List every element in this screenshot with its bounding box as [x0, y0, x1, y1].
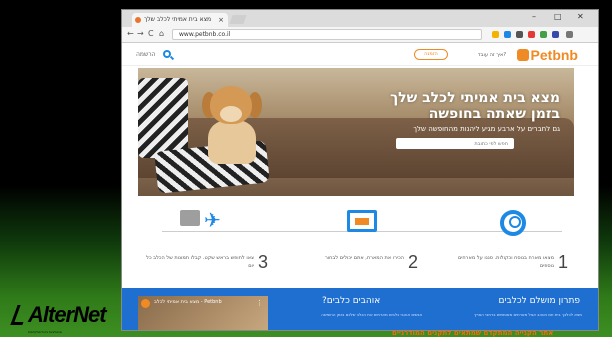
register-link[interactable]: הרשמה — [136, 51, 156, 58]
address-bar-row: ← → C ⌂ www.petbnb.co.il — [122, 27, 598, 43]
step-text: הכירו את המארח, אתם יכולים לבחור — [324, 255, 404, 261]
video-title: Petbnb - מצא בית אמיתי לכלב — [154, 299, 222, 305]
reload-icon[interactable]: C — [148, 29, 154, 38]
hero-banner: מצא בית אמיתי לכלב שלך בזמן שאתה בחופשה ג… — [138, 68, 574, 196]
slide-caption: אתר הקנייה המתקדם שמתאים לתקנים המודרניי… — [392, 329, 554, 337]
paw-icon — [516, 49, 529, 61]
pillow-image — [138, 78, 188, 158]
url-field[interactable]: www.petbnb.co.il — [172, 29, 482, 40]
video-player[interactable]: Petbnb - מצא בית אמיתי לכלב ⋮ — [138, 296, 268, 330]
menu-icon[interactable] — [566, 31, 573, 38]
channel-icon — [141, 299, 150, 308]
home-icon[interactable]: ⌂ — [159, 29, 164, 38]
section-paragraph: אנשים אוהבי כלבים מארחים את הכלב שלכם בז… — [321, 312, 422, 317]
airplane-icon: ✈ — [204, 208, 221, 232]
back-icon[interactable]: ← — [127, 29, 134, 38]
how-it-works-link[interactable]: איך זה עובד? — [478, 52, 506, 58]
features-section: Petbnb - מצא בית אמיתי לכלב ⋮ אוהבים כלב… — [122, 288, 598, 330]
location-search-input[interactable] — [396, 138, 514, 149]
section-paragraph: מצא לכלבך בית חם ואוהב אצל מארחים מאומתי… — [474, 312, 582, 317]
screen-icon — [347, 210, 377, 232]
hero-title: מצא בית אמיתי לכלב שלך בזמן שאתה בחופשה — [390, 90, 560, 122]
hero-subtitle: גם לחברים על ארבע מגיע ליהנות מהחופשה של… — [413, 125, 560, 133]
section-title: אוהבים כלבים? — [322, 296, 381, 306]
location-pin-icon — [500, 210, 526, 236]
minimize-button[interactable]: – — [532, 12, 536, 21]
title-bar: מצא בית אמיתי לכלב שלך × – □ ✕ — [122, 10, 598, 27]
logo-tagline: טכנולוגיות ניהול מתקדמות — [28, 330, 62, 334]
star-icon[interactable] — [492, 31, 499, 38]
extension-icon[interactable] — [528, 31, 535, 38]
step-number: 3 — [258, 252, 269, 272]
extension-icon[interactable] — [552, 31, 559, 38]
alternet-logo: AlterNet — [10, 302, 107, 328]
how-it-works-section: ✈ 3 צאו לחופש בראש שקט. קבלו תמונות של ה… — [122, 198, 598, 288]
tab-close-icon[interactable]: × — [218, 13, 224, 27]
favicon-icon — [135, 17, 141, 23]
browser-window: מצא בית אמיתי לכלב שלך × – □ ✕ ← → C ⌂ w… — [122, 10, 598, 330]
step-text: צאו לחופש בראש שקט. קבלו תמונות של הכלב … — [146, 255, 254, 269]
forward-icon[interactable]: → — [137, 29, 144, 38]
dog-image — [200, 86, 264, 164]
step-number: 1 — [558, 252, 569, 272]
section-title: פתרון מושלם לכלבים — [498, 296, 580, 306]
tab-title: מצא בית אמיתי לכלב שלך — [144, 16, 212, 23]
book-button[interactable]: הזמנה — [414, 49, 448, 60]
close-window-button[interactable]: ✕ — [577, 12, 584, 21]
new-tab-button[interactable] — [229, 15, 247, 24]
logo-mark-icon — [10, 305, 30, 325]
maximize-button[interactable]: □ — [554, 12, 562, 21]
browser-tab[interactable]: מצא בית אמיתי לכלב שלך × — [132, 13, 228, 27]
extension-icon[interactable] — [504, 31, 511, 38]
extension-icon[interactable] — [516, 31, 523, 38]
search-icon[interactable] — [163, 50, 172, 58]
step-number: 2 — [408, 252, 419, 272]
site-logo[interactable]: Petbnb — [516, 47, 578, 63]
step-text: מצאו מארח בנוסח וכקולות. סננו על מארחים … — [457, 255, 554, 269]
video-menu-icon[interactable]: ⋮ — [256, 299, 263, 307]
site-header: Petbnb איך זה עובד? הזמנה הרשמה — [122, 44, 598, 66]
extension-icon[interactable] — [540, 31, 547, 38]
header-search[interactable]: הרשמה — [136, 50, 172, 58]
suitcase-icon — [180, 210, 200, 226]
